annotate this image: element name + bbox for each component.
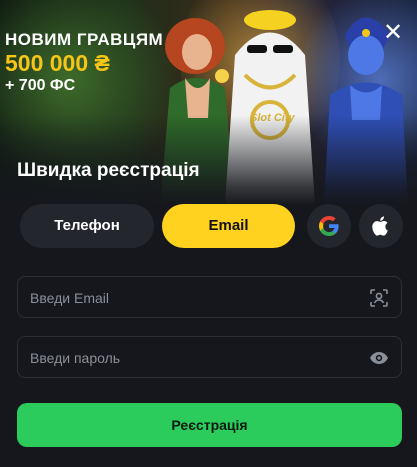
promo-free-spins: + 700 ФС bbox=[5, 77, 76, 94]
register-button[interactable]: Реєстрація bbox=[17, 403, 402, 447]
tab-phone[interactable]: Телефон bbox=[20, 204, 154, 248]
registration-title: Швидка реєстрація bbox=[17, 160, 200, 181]
password-field-container bbox=[17, 336, 402, 379]
google-login-button[interactable] bbox=[307, 204, 351, 248]
promo-title: НОВИМ ГРАВЦЯМ bbox=[5, 30, 164, 49]
apple-icon bbox=[372, 216, 388, 236]
promo-amount: 500 000 ₴ bbox=[5, 50, 110, 76]
promo-banner: Slot City НОВИМ ГРАВЦЯМ 500 000 ₴ + 700 … bbox=[0, 0, 417, 205]
password-field[interactable] bbox=[28, 337, 362, 379]
apple-login-button[interactable] bbox=[359, 204, 403, 248]
email-field[interactable] bbox=[28, 277, 362, 319]
email-field-container bbox=[17, 276, 402, 319]
face-scan-icon[interactable] bbox=[369, 288, 389, 308]
tab-email[interactable]: Email bbox=[162, 204, 295, 248]
close-icon[interactable]: ✕ bbox=[380, 20, 406, 46]
google-icon bbox=[319, 216, 339, 236]
eye-icon[interactable] bbox=[369, 348, 389, 368]
